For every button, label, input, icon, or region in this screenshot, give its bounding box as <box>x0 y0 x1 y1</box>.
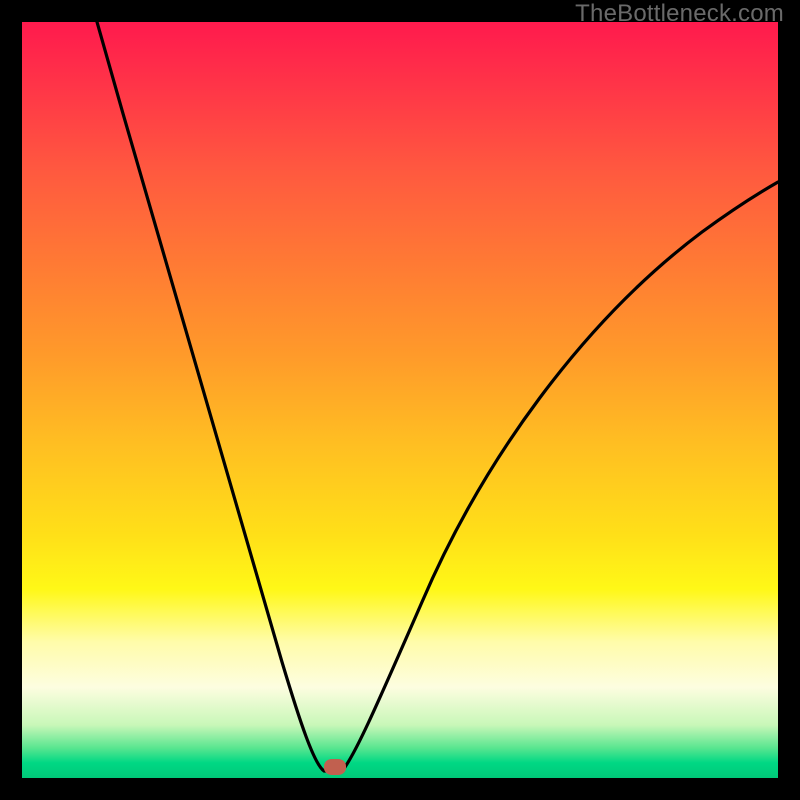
watermark-text: TheBottleneck.com <box>575 0 784 28</box>
chart-gradient-bg <box>22 22 778 778</box>
minimum-marker <box>324 759 346 775</box>
chart-frame <box>22 22 778 778</box>
